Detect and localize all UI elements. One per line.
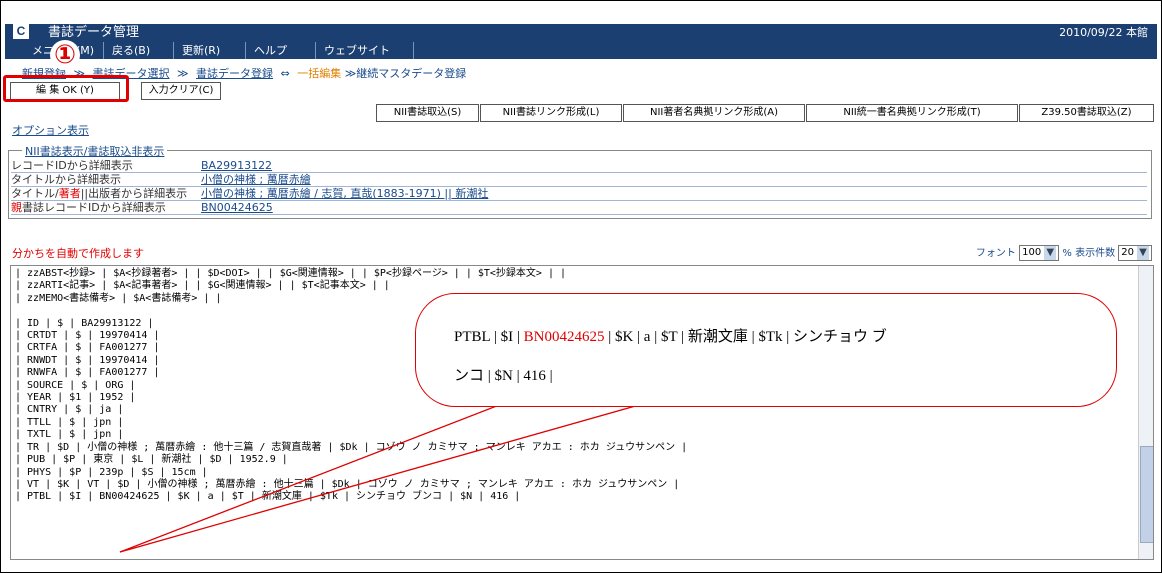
callout-pointer <box>119 392 661 553</box>
callout-text: PTBL | $I | BN00424625 | $K | a | $T | 新… <box>454 329 887 384</box>
